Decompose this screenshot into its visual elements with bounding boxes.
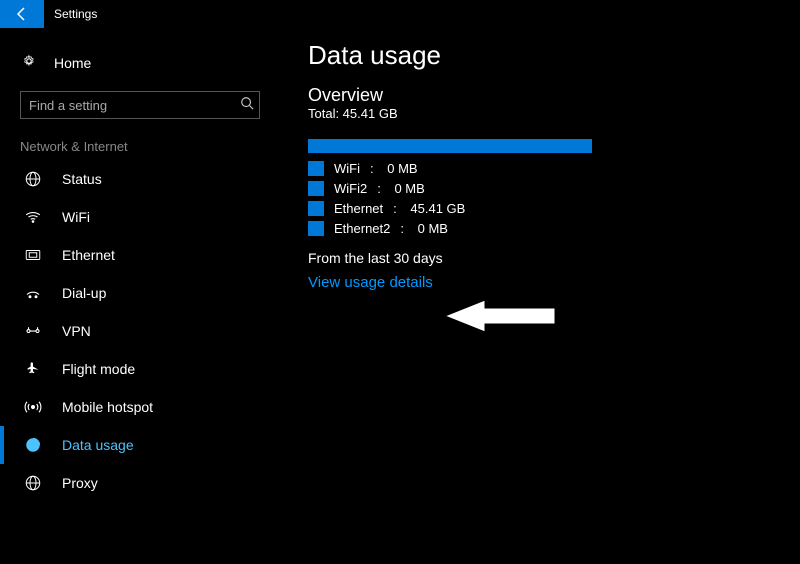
titlebar: Settings [0,0,800,28]
view-usage-details-link[interactable]: View usage details [308,274,433,291]
app-title: Settings [54,7,97,21]
home-label: Home [54,55,91,71]
sidebar-item-label: Status [62,171,102,187]
globe-icon [24,170,42,188]
color-swatch [308,181,324,196]
usage-name: Ethernet2 [334,221,390,236]
sidebar-item-mobile-hotspot[interactable]: Mobile hotspot [0,388,280,426]
sidebar-item-label: Flight mode [62,361,135,377]
home-button[interactable]: Home [0,44,280,81]
color-swatch [308,221,324,236]
usage-bar [308,139,592,153]
usage-name: Ethernet [334,201,383,216]
dialup-icon [24,284,42,302]
usage-value: 45.41 GB [410,201,465,216]
sidebar-item-vpn[interactable]: VPN [0,312,280,350]
main-content: Data usage Overview Total: 45.41 GB WiFi… [308,40,778,291]
back-button[interactable] [0,0,44,28]
vpn-icon [24,322,42,340]
color-swatch [308,201,324,216]
usage-row-wifi: WiFi: 0 MB [308,161,778,176]
sidebar-item-label: VPN [62,323,91,339]
arrow-left-icon [14,6,30,22]
sidebar-item-status[interactable]: Status [0,160,280,198]
gear-icon [20,52,38,73]
period-label: From the last 30 days [308,250,778,266]
usage-name: WiFi [334,161,360,176]
airplane-icon [24,360,42,378]
sidebar-item-label: Proxy [62,475,98,491]
usage-row-ethernet2: Ethernet2: 0 MB [308,221,778,236]
sidebar: Home Network & Internet Status WiFi Ethe… [0,28,280,502]
usage-name: WiFi2 [334,181,367,196]
wifi-icon [24,208,42,226]
sidebar-item-label: Data usage [62,437,134,453]
search-icon [240,96,254,113]
proxy-icon [24,474,42,492]
data-usage-icon [24,436,42,454]
sidebar-item-wifi[interactable]: WiFi [0,198,280,236]
sidebar-item-label: WiFi [62,209,90,225]
sidebar-item-ethernet[interactable]: Ethernet [0,236,280,274]
search-field[interactable] [20,91,260,119]
sidebar-item-label: Ethernet [62,247,115,263]
hotspot-icon [24,398,42,416]
sidebar-item-label: Mobile hotspot [62,399,153,415]
sidebar-item-flight-mode[interactable]: Flight mode [0,350,280,388]
sidebar-item-data-usage[interactable]: Data usage [0,426,280,464]
ethernet-icon [24,246,42,264]
sidebar-item-proxy[interactable]: Proxy [0,464,280,502]
sidebar-item-label: Dial-up [62,285,106,301]
overview-heading: Overview [308,85,778,106]
usage-value: 0 MB [418,221,448,236]
sidebar-item-dialup[interactable]: Dial-up [0,274,280,312]
usage-value: 0 MB [387,161,417,176]
usage-row-wifi2: WiFi2: 0 MB [308,181,778,196]
page-title: Data usage [308,40,778,71]
annotation-arrow-icon [440,296,560,339]
category-label: Network & Internet [0,131,280,160]
usage-row-ethernet: Ethernet: 45.41 GB [308,201,778,216]
usage-value: 0 MB [394,181,424,196]
search-input[interactable] [20,91,260,119]
total-label: Total: 45.41 GB [308,106,778,121]
color-swatch [308,161,324,176]
